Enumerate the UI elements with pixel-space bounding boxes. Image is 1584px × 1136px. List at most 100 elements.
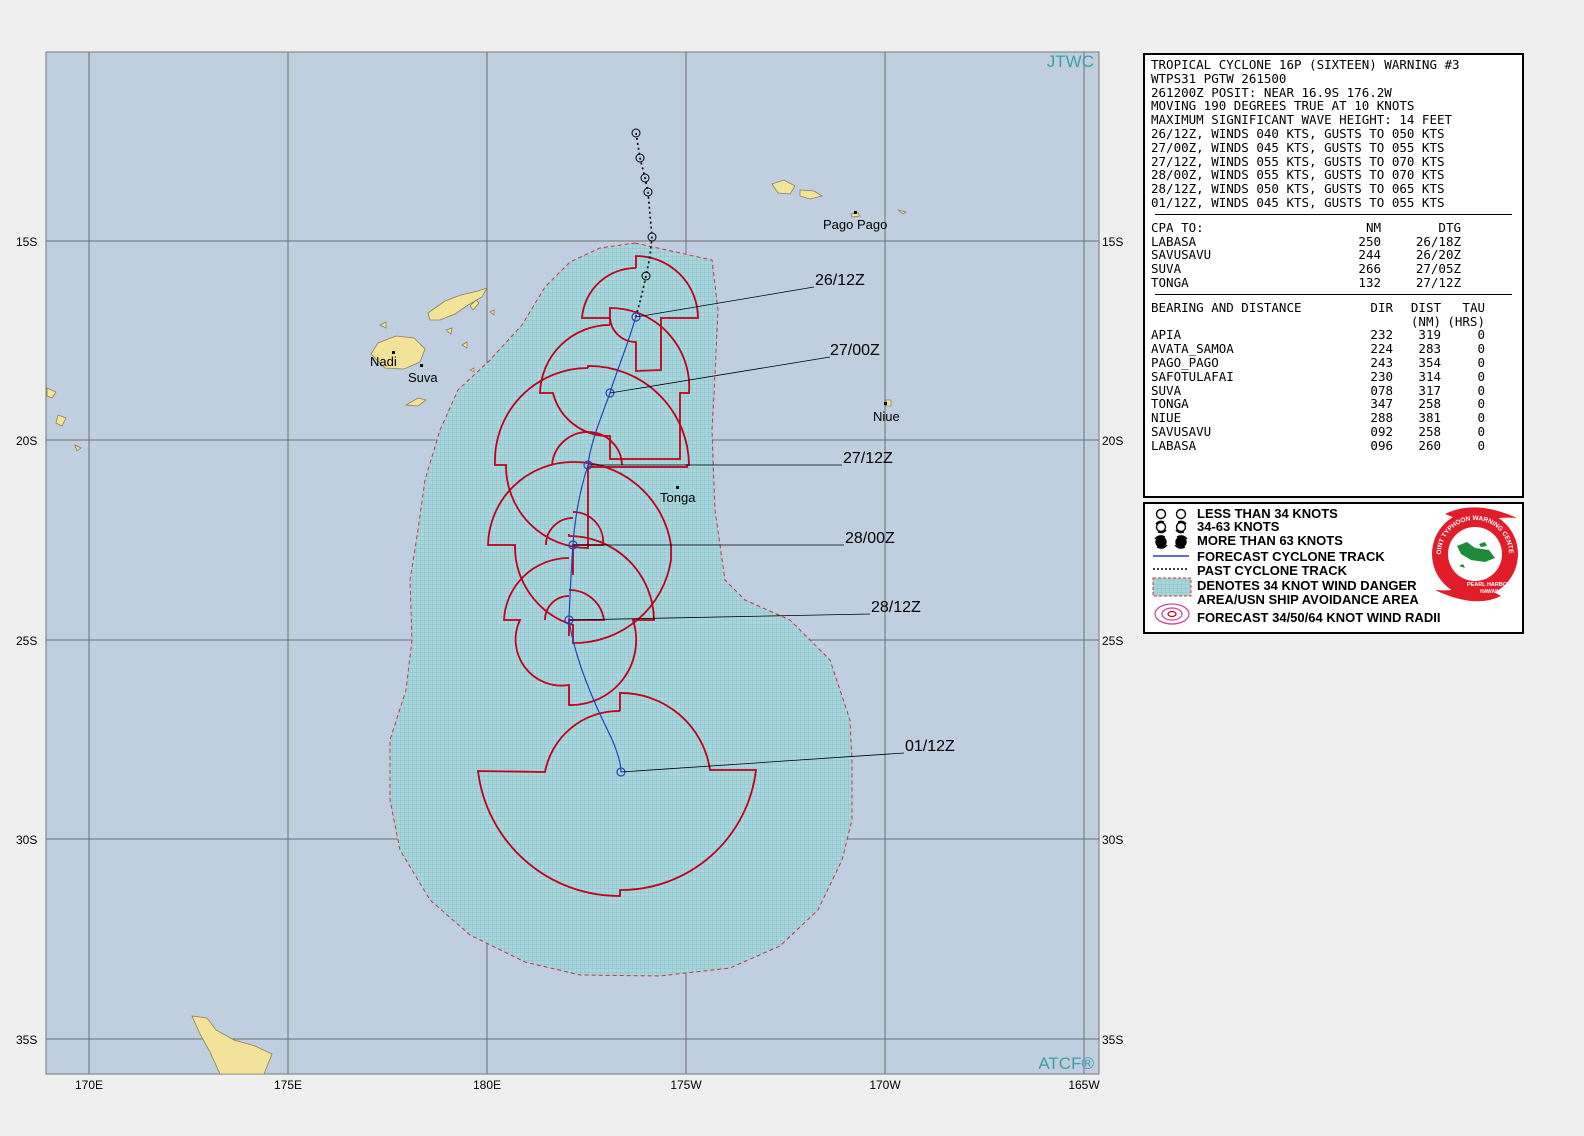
lat-label-30s-right: 30S: [1102, 833, 1123, 847]
warning-header-line: MOVING 190 DEGREES TRUE AT 10 KNOTS: [1151, 98, 1415, 114]
bearing-row: TONGA 347 258 0: [1151, 397, 1516, 411]
bearing-row: AVATA_SAMOA 224 283 0: [1151, 342, 1516, 356]
legend-label-danger-area: DENOTES 34 KNOT WIND DANGER: [1197, 578, 1417, 593]
bearing-name: AVATA_SAMOA: [1151, 341, 1234, 357]
bearing-name: TONGA: [1151, 396, 1189, 412]
bearing-col-dir: DIR: [1370, 299, 1393, 315]
warning-header-line: 01/12Z, WINDS 045 KTS, GUSTS TO 055 KTS: [1151, 194, 1445, 210]
warning-header-line: 26/12Z, WINDS 040 KTS, GUSTS TO 050 KTS: [1151, 125, 1445, 141]
bearing-name: NIUE: [1151, 410, 1182, 426]
lat-label-15s: 15S: [16, 235, 37, 249]
bearing-name: SUVA: [1151, 382, 1182, 398]
bearing-tau: 0: [1477, 423, 1485, 439]
place-nadi: Nadi: [370, 354, 397, 369]
bearing-col-tau: TAU: [1462, 299, 1485, 315]
bearing-name: LABASA: [1151, 437, 1197, 453]
bearing-dir: 347: [1370, 396, 1393, 412]
bearing-row: LABASA 096 260 0: [1151, 437, 1516, 453]
warning-header: TROPICAL CYCLONE 16P (SIXTEEN) WARNING #…: [1151, 58, 1516, 210]
bearing-tau: 0: [1477, 341, 1485, 357]
lon-label-165w: 165W: [1068, 1078, 1100, 1092]
forecast-label-28-00z: 28/00Z: [845, 530, 895, 547]
bearing-unit-tau: (HRS): [1447, 313, 1485, 329]
bearing-dist: 258: [1418, 396, 1441, 412]
lon-label-175e: 175E: [274, 1078, 302, 1092]
legend-label-forecast-track: FORECAST CYCLONE TRACK: [1197, 549, 1385, 564]
cpa-name: SUVA: [1151, 261, 1182, 277]
bearing-name: SAVUSAVU: [1151, 423, 1212, 439]
bearing-dist: 319: [1418, 327, 1441, 343]
lat-label-35s-right: 35S: [1102, 1033, 1123, 1047]
bearing-tau: 0: [1477, 382, 1485, 398]
bearing-dir: 224: [1370, 341, 1393, 357]
more-than-63-knots-icon: [1154, 535, 1188, 549]
lat-label-30s: 30S: [16, 833, 37, 847]
cpa-row: TONGA 132 27/12Z: [1151, 276, 1516, 290]
bearing-row: SUVA 078 317 0: [1151, 382, 1516, 398]
warning-header-line: 261200Z POSIT: NEAR 16.9S 176.2W: [1151, 84, 1392, 100]
bearing-row: SAVUSAVU 092 258 0: [1151, 425, 1516, 439]
bearing-dist: 258: [1418, 423, 1441, 439]
place-niue: Niue: [873, 409, 900, 424]
bearing-row: NIUE 288 381 0: [1151, 411, 1516, 425]
forecast-label-27-00z: 27/00Z: [830, 342, 880, 359]
place-suva: Suva: [408, 370, 438, 385]
legend-label-avoidance-area: AREA/USN SHIP AVOIDANCE AREA: [1197, 592, 1419, 607]
cpa-dtg: 26/20Z: [1415, 247, 1461, 263]
34-63-knots-icon: [1155, 520, 1187, 534]
warning-header-line: 28/12Z, WINDS 050 KTS, GUSTS TO 065 KTS: [1151, 181, 1445, 197]
bearing-row: PAGO_PAGO 243 354 0: [1151, 356, 1516, 370]
cpa-row: LABASA 250 26/18Z: [1151, 233, 1516, 249]
bearing-name: PAGO_PAGO: [1151, 354, 1219, 370]
seal-text-bottom: PEARL HARBOR: [1467, 582, 1511, 588]
place-pago-pago: Pago Pago: [823, 217, 887, 232]
bearing-dist: 317: [1418, 382, 1441, 398]
cpa-dtg: 27/12Z: [1415, 274, 1461, 290]
cpa-nm: 266: [1358, 261, 1381, 277]
divider: [1155, 213, 1512, 215]
legend-label-wind-radii: FORECAST 34/50/64 KNOT WIND RADII: [1197, 610, 1441, 625]
cpa-col-dtg: DTG: [1438, 219, 1461, 235]
bearing-tau: 0: [1477, 410, 1485, 426]
cpa-nm: 244: [1358, 247, 1381, 263]
jtwc-tag: JTWC: [1047, 52, 1094, 71]
bearing-name: APIA: [1151, 327, 1182, 343]
less-than-34-knots-icon: [1155, 508, 1187, 520]
lon-label-170e: 170E: [75, 1078, 103, 1092]
legend-label-more-than-63: MORE THAN 63 KNOTS: [1197, 533, 1343, 548]
cpa-name: LABASA: [1151, 233, 1197, 249]
wind-radii-icon: [1154, 603, 1190, 625]
bearing-tau: 0: [1477, 396, 1485, 412]
bearing-dist: 314: [1418, 368, 1441, 384]
lon-label-180e: 180E: [473, 1078, 501, 1092]
cpa-name: SAVUSAVU: [1151, 247, 1212, 263]
bearing-tau: 0: [1477, 354, 1485, 370]
lon-label-170w: 170W: [869, 1078, 901, 1092]
bearing-dir: 096: [1370, 437, 1393, 453]
forecast-label-01-12z: 01/12Z: [905, 738, 955, 755]
lat-label-25s: 25S: [16, 634, 37, 648]
bearing-dist: 260: [1418, 437, 1441, 453]
lat-label-20s-right: 20S: [1102, 434, 1123, 448]
bearing-row: SAFOTULAFAI 230 314 0: [1151, 368, 1516, 384]
bearing-dir: 078: [1370, 382, 1393, 398]
cpa-nm: 250: [1358, 233, 1381, 249]
forecast-label-27-12z: 27/12Z: [843, 450, 893, 467]
cpa-title: CPA TO:: [1151, 219, 1204, 235]
cpa-name: TONGA: [1151, 274, 1189, 290]
cpa-row: SAVUSAVU 244 26/20Z: [1151, 248, 1516, 262]
forecast-label-28-12z: 28/12Z: [871, 599, 921, 616]
warning-header-line: 27/12Z, WINDS 055 KTS, GUSTS TO 070 KTS: [1151, 153, 1445, 169]
bearing-dist: 381: [1418, 410, 1441, 426]
bearing-dist: 283: [1418, 341, 1441, 357]
bearing-dir: 288: [1370, 410, 1393, 426]
lat-label-20s: 20S: [16, 434, 37, 448]
bearing-col-dist: DIST: [1410, 299, 1441, 315]
bearing-units-row: (NM) (HRS): [1151, 313, 1516, 329]
legend-label-34-63: 34-63 KNOTS: [1197, 519, 1280, 534]
bearing-dir: 243: [1370, 354, 1393, 370]
legend-label-past-track: PAST CYCLONE TRACK: [1197, 563, 1347, 578]
cpa-table: LABASA 250 26/18Z SAVUSAVU 244 26/20Z SUVA 266 2…: [1151, 233, 1516, 290]
divider: [1155, 293, 1512, 295]
bearing-row: APIA 232 319 0: [1151, 328, 1516, 342]
